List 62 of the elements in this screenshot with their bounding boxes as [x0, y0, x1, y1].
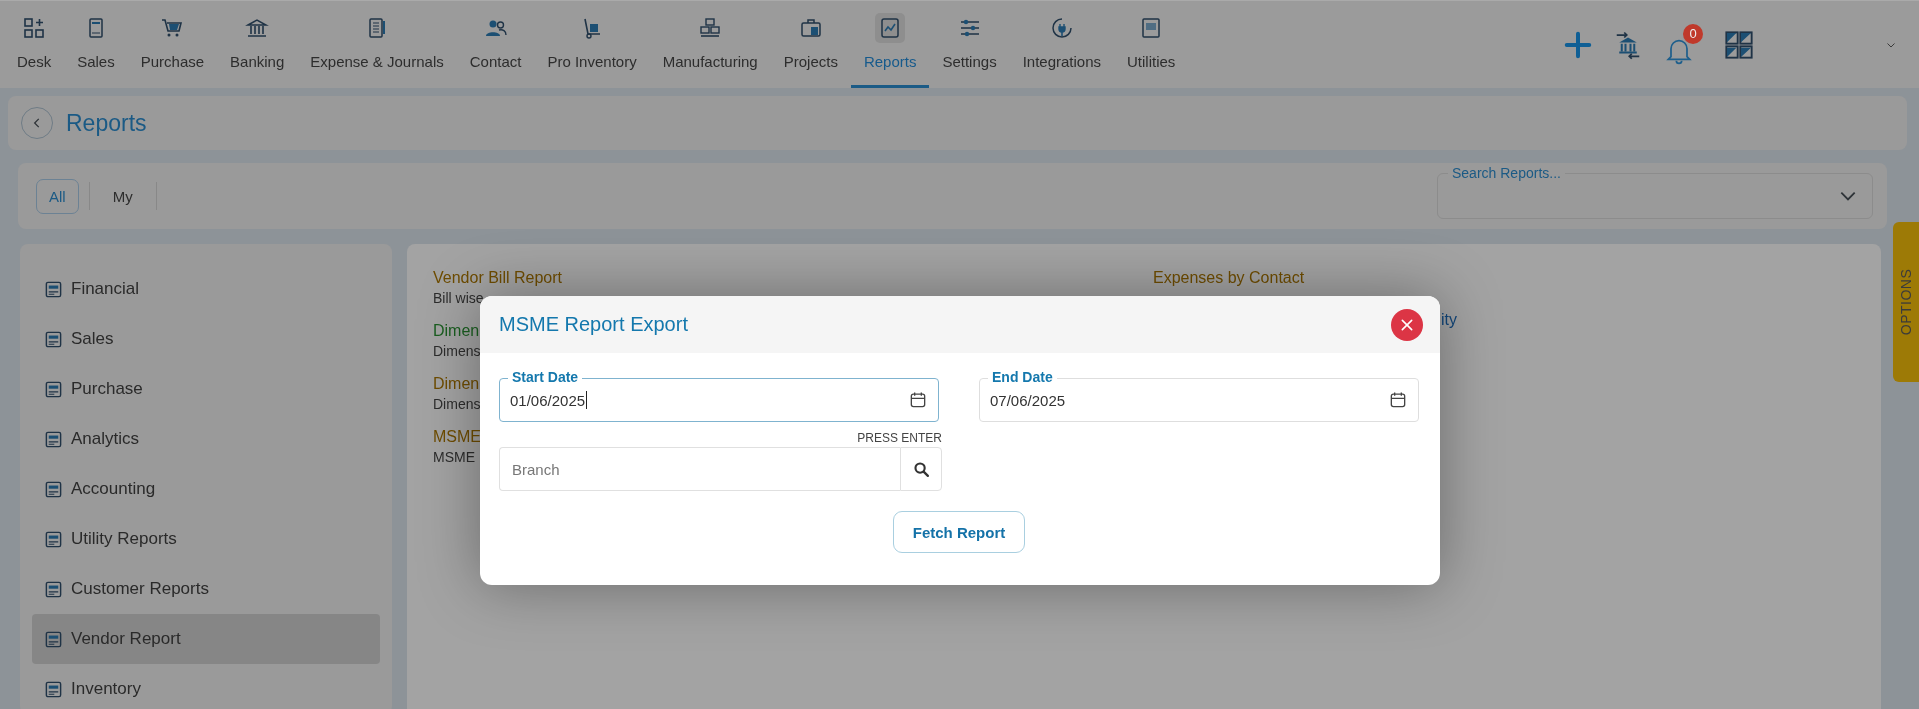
plus-icon: [1563, 29, 1593, 60]
sidebar-item[interactable]: Vendor Report: [32, 614, 380, 664]
sidebar-item[interactable]: Inventory: [32, 664, 380, 709]
bank-icon: [245, 16, 270, 40]
search-label: Search Reports...: [1448, 165, 1565, 181]
notifications-button[interactable]: 0: [1663, 23, 1703, 66]
nav-tab[interactable]: Integrations: [1009, 1, 1115, 88]
field-value: 07/06/2025: [990, 391, 1066, 409]
nav-tab[interactable]: Projects: [770, 1, 851, 88]
briefcase-icon: [798, 16, 823, 40]
page-title: Reports: [66, 109, 147, 137]
sidebar-item[interactable]: Utility Reports: [32, 514, 380, 564]
sidebar-item[interactable]: Purchase: [32, 364, 380, 414]
nav-tab[interactable]: Utilities: [1114, 1, 1189, 88]
filter-tab[interactable]: My: [99, 178, 146, 214]
nav-tab[interactable]: Reports: [850, 1, 930, 88]
nav-tab[interactable]: Sales: [64, 1, 128, 88]
nav-tab[interactable]: Banking: [217, 1, 298, 88]
calendar-icon: [1388, 390, 1408, 410]
report-icon: [44, 529, 63, 549]
sidebar-item[interactable]: Accounting: [32, 464, 380, 514]
report-link[interactable]: Dimen: [433, 375, 480, 393]
report-description: Dimens: [433, 343, 481, 359]
calendar-icon: [908, 390, 928, 410]
modal-title: MSME Report Export: [499, 313, 688, 336]
apps-button[interactable]: [1723, 28, 1755, 61]
plug-icon: [1049, 16, 1074, 40]
add-button[interactable]: [1563, 29, 1593, 60]
report-description: MSME: [433, 449, 475, 465]
branch-field[interactable]: Branch: [499, 447, 900, 491]
report-description: Bill wise: [433, 290, 484, 306]
nav-tab[interactable]: Settings: [929, 1, 1010, 88]
field-label: Start Date: [508, 369, 583, 385]
options-tab[interactable]: OPTIONS: [1893, 222, 1919, 382]
nav-tab[interactable]: Desk: [4, 1, 65, 88]
nav-tab[interactable]: Manufacturing: [649, 1, 771, 88]
field-value: 01/06/2025: [510, 391, 586, 409]
sidebar-item[interactable]: Sales: [32, 314, 380, 364]
sidebar-item[interactable]: Analytics: [32, 414, 380, 464]
nav-tab[interactable]: Expense & Journals: [297, 1, 457, 88]
filter-tab[interactable]: All: [36, 178, 79, 214]
report-link[interactable]: Vendor Bill Report: [433, 269, 562, 287]
nav-tab[interactable]: Pro Inventory: [534, 1, 650, 88]
sidebar-item[interactable]: Financial: [32, 264, 380, 314]
nav-tab[interactable]: Purchase: [127, 1, 218, 88]
report-description: Dimens: [433, 396, 481, 412]
search-button[interactable]: [900, 447, 942, 491]
report-link[interactable]: Expenses by Contact: [1153, 269, 1305, 287]
boxes-icon: [698, 16, 723, 40]
notification-count: 0: [1683, 23, 1703, 44]
nav-tab[interactable]: Contact: [456, 1, 535, 88]
close-button[interactable]: [1391, 308, 1423, 341]
search-icon: [912, 460, 930, 478]
fetch-report-button[interactable]: Fetch Report: [892, 511, 1026, 553]
sidebar-item[interactable]: Customer Reports: [32, 564, 380, 614]
grid-icon: [1723, 28, 1755, 61]
hint-text: PRESS ENTER: [857, 431, 942, 445]
grid-icon: [22, 16, 47, 40]
report-link[interactable]: MSME: [433, 428, 481, 446]
report-link[interactable]: Dimen: [433, 322, 480, 340]
report-link[interactable]: ity: [1441, 311, 1457, 329]
field-label: End Date: [988, 369, 1057, 385]
